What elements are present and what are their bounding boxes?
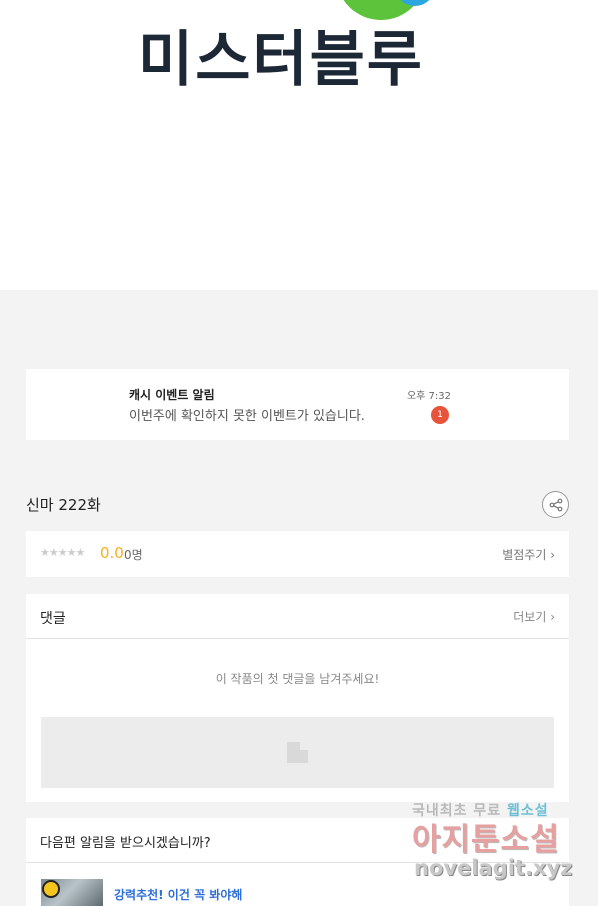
- comments-more-button[interactable]: 더보기 ›: [513, 608, 555, 625]
- share-icon: [549, 498, 562, 511]
- notification-card[interactable]: 캐시 이벤트 알림 이번주에 확인하지 못한 이벤트가 있습니다. 오후 7:3…: [26, 369, 569, 440]
- notification-message: 이번주에 확인하지 못한 이벤트가 있습니다.: [129, 409, 365, 424]
- star-rating-icons: ★★★★★: [40, 546, 85, 559]
- comments-title: 댓글: [40, 611, 66, 627]
- recommend-thumbnail[interactable]: [41, 879, 103, 906]
- watermark-line2: 아지툰소설: [412, 822, 560, 858]
- episode-title: 신마 222화: [26, 496, 101, 514]
- next-episode-question: 다음편 알림을 받으시겠습니까?: [40, 836, 211, 851]
- notification-time: 오후 7:32: [406, 391, 451, 402]
- notification-badge: 1: [431, 406, 449, 424]
- rating-card: ★★★★★ 0.0 0명 별점주기 ›: [26, 531, 569, 577]
- clock-icon: [42, 880, 60, 898]
- comment-input-area[interactable]: [41, 717, 554, 788]
- watermark-line3: novelagit.xyz: [414, 856, 573, 880]
- notification-title: 캐시 이벤트 알림: [129, 388, 215, 402]
- comments-header: 댓글 더보기 ›: [26, 594, 569, 639]
- rate-button[interactable]: 별점주기 ›: [502, 546, 555, 563]
- recommend-link[interactable]: 강력추천! 이건 꼭 봐야해: [114, 886, 242, 903]
- comment-placeholder-icon: [287, 742, 308, 763]
- comments-card: 댓글 더보기 › 이 작품의 첫 댓글을 남겨주세요!: [26, 594, 569, 802]
- logo-banner: 미스터블루: [0, 0, 598, 290]
- logo-text: 미스터블루: [138, 25, 424, 95]
- watermark: 국내최초 무료 웹소설 아지툰소설 novelagit.xyz: [412, 800, 592, 890]
- share-button[interactable]: [542, 491, 569, 518]
- comments-empty-message: 이 작품의 첫 댓글을 남겨주세요!: [215, 672, 380, 686]
- rating-score: 0.0: [100, 544, 124, 562]
- rating-count: 0명: [124, 548, 143, 562]
